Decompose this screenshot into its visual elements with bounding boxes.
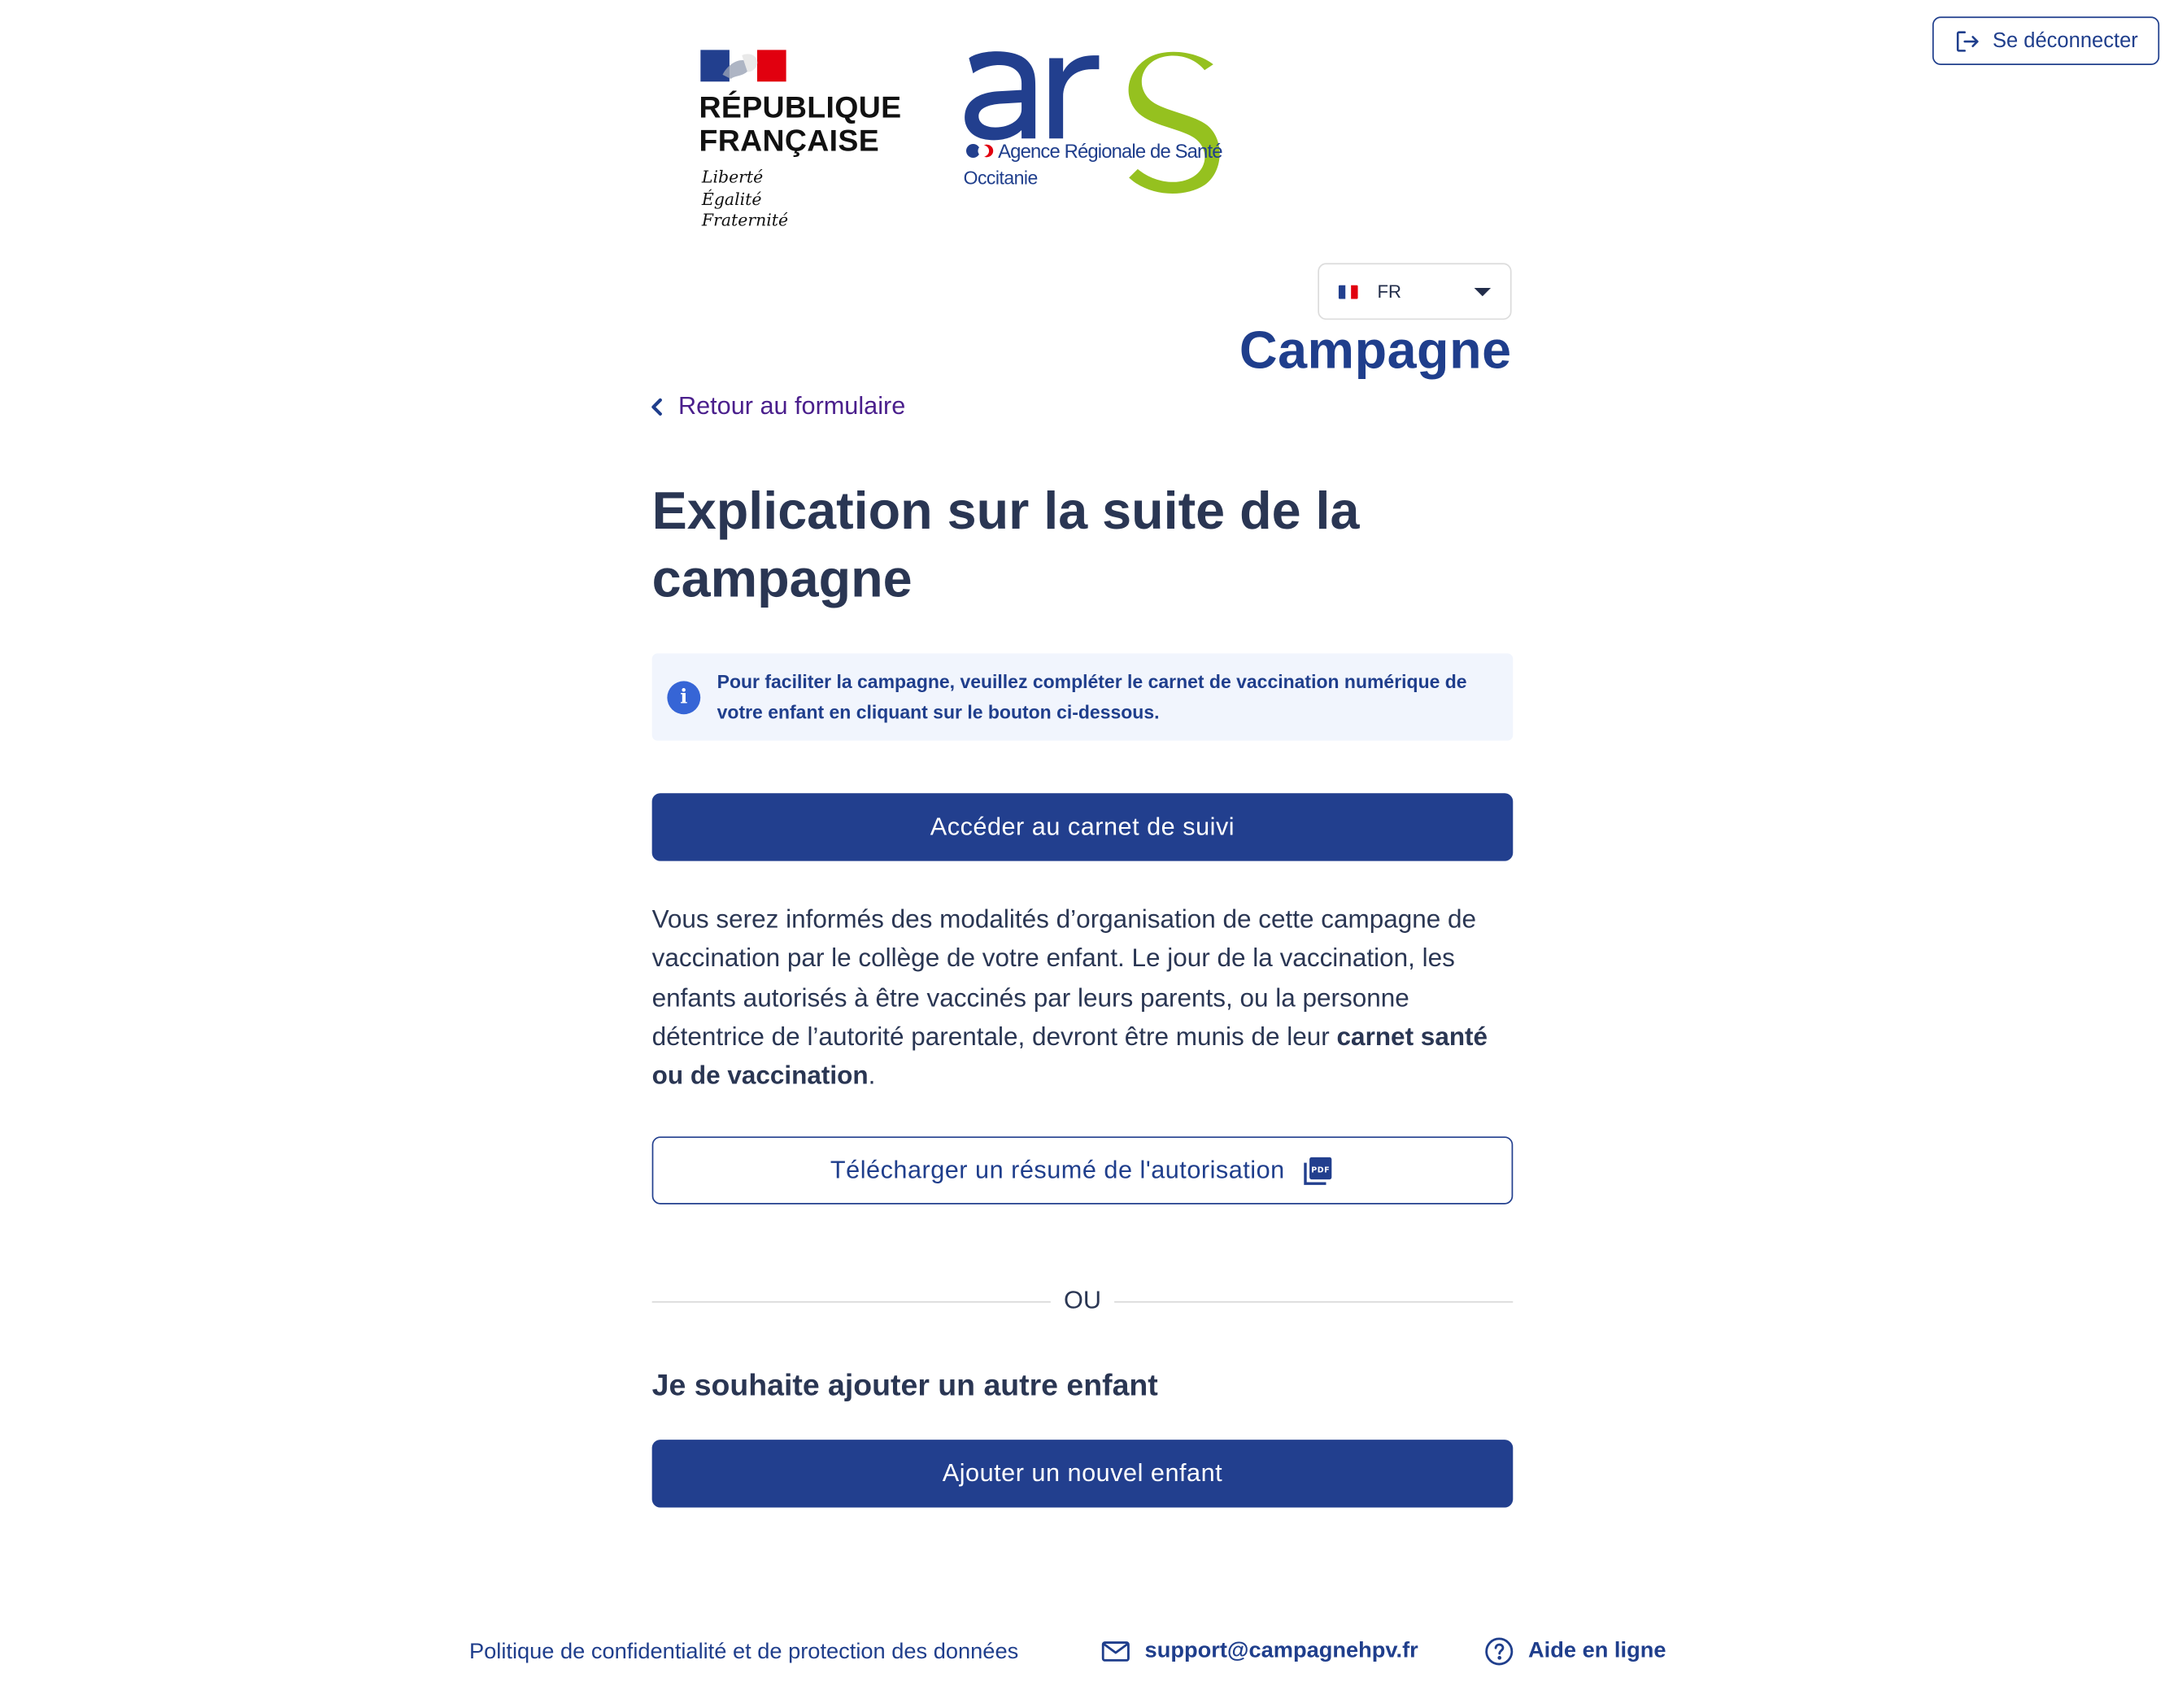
logout-icon — [1957, 30, 1980, 51]
download-summary-button[interactable]: Télécharger un résumé de l'autorisation … — [651, 1136, 1514, 1205]
page-canvas: Se déconnecter RÉPUBLIQUE FRANÇAISE Libe… — [0, 0, 2165, 1708]
ars-subtitle: Agence Régionale de Santé — [998, 139, 1222, 163]
chevron-left-icon — [651, 397, 662, 416]
explanation-text: Vous serez informés des modalités d’orga… — [651, 904, 1488, 1090]
page-heading: Campagne — [1239, 322, 1512, 381]
language-value: FR — [1377, 281, 1402, 303]
add-new-child-button[interactable]: Ajouter un nouvel enfant — [651, 1440, 1514, 1508]
online-help-label: Aide en ligne — [1528, 1639, 1666, 1663]
ars-region: Occitanie — [963, 167, 1039, 189]
support-email: support@campagnehpv.fr — [1144, 1639, 1418, 1663]
language-select[interactable]: FR — [1318, 263, 1512, 320]
caret-down-icon — [1474, 287, 1492, 296]
privacy-policy-link[interactable]: Politique de confidentialité et de prote… — [469, 1640, 1018, 1666]
rf-motto: Liberté Égalité Fraternité — [701, 167, 789, 230]
pdf-icon: PDF — [1304, 1157, 1332, 1185]
logout-button[interactable]: Se déconnecter — [1932, 16, 2160, 65]
online-help-link[interactable]: Aide en ligne — [1484, 1636, 1666, 1667]
help-icon — [1485, 1637, 1514, 1666]
info-alert: i Pour faciliter la campagne, veuillez c… — [651, 653, 1514, 741]
download-summary-label: Télécharger un résumé de l'autorisation — [830, 1156, 1285, 1184]
ars-wordmark — [965, 51, 1220, 194]
mail-icon — [1101, 1641, 1130, 1662]
back-to-form-link[interactable]: Retour au formulaire — [651, 392, 905, 421]
or-divider: OU — [651, 1284, 1514, 1318]
support-email-link[interactable]: support@campagnehpv.fr — [1100, 1636, 1418, 1667]
republique-francaise-logo: RÉPUBLIQUE FRANÇAISE Liberté Égalité Fra… — [699, 50, 921, 237]
ars-occitanie-logo: Agence Régionale de Santé Occitanie — [961, 47, 1251, 216]
main-title: Explication sur la suite de la campagne — [651, 482, 1360, 609]
france-flag-icon — [1338, 284, 1358, 298]
info-icon: i — [667, 680, 701, 714]
svg-text:PDF: PDF — [1312, 1166, 1331, 1174]
add-child-heading: Je souhaite ajouter un autre enfant — [651, 1367, 1158, 1403]
rf-title: RÉPUBLIQUE FRANÇAISE — [699, 89, 902, 159]
access-tracking-book-button[interactable]: Accéder au carnet de suivi — [651, 793, 1514, 861]
footer: Politique de confidentialité et de prote… — [0, 1636, 2165, 1672]
logout-label: Se déconnecter — [1992, 28, 2138, 53]
back-link-label: Retour au formulaire — [677, 391, 906, 420]
marianne-flag-icon — [700, 50, 786, 82]
info-text: Pour faciliter la campagne, veuillez com… — [717, 670, 1467, 722]
